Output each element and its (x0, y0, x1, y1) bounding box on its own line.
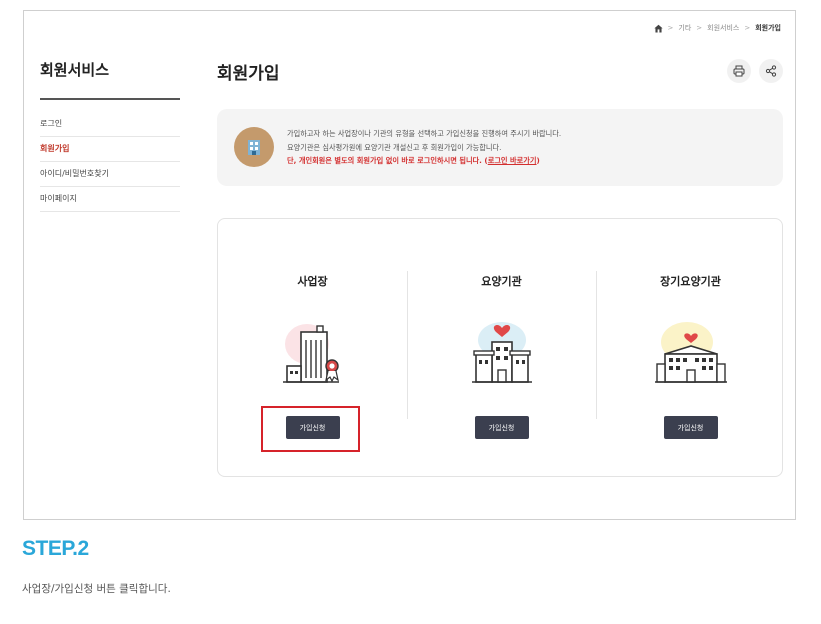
breadcrumb-current: 회원가입 (755, 24, 781, 32)
card-title: 장기요양기관 (660, 275, 721, 288)
sidebar-item-login[interactable]: 로그인 (40, 112, 180, 137)
sidebar-item-signup[interactable]: 회원가입 (40, 137, 180, 162)
card-care-institution: 요양기관 가입신청 (407, 219, 596, 476)
notice-line: 가입하고자 하는 사업장이나 기관의 유형을 선택하고 가입신청을 진행하여 주… (287, 129, 562, 138)
sidebar-title: 회원서비스 (40, 59, 180, 100)
long-term-care-signup-button[interactable]: 가입신청 (663, 416, 718, 439)
sidebar-menu: 로그인 회원가입 아이디/비밀번호찾기 마이페이지 (40, 112, 180, 212)
breadcrumb: > 기타 > 회원서비스 > 회원가입 (653, 23, 781, 33)
building-info-icon (234, 127, 274, 167)
breadcrumb-item[interactable]: 기타 (678, 23, 691, 33)
notice-line: 요양기관은 심사평가원에 요양기관 개설신고 후 회원가입이 가능합니다. (287, 142, 502, 152)
breadcrumb-separator: > (667, 24, 674, 32)
breadcrumb-separator: > (744, 24, 751, 32)
sidebar-item-find-account[interactable]: 아이디/비밀번호찾기 (40, 162, 180, 187)
card-long-term-care: 장기요양기관 가입신청 (596, 219, 785, 476)
sidebar-item-mypage[interactable]: 마이페이지 (40, 187, 180, 212)
card-title: 요양기관 (481, 275, 522, 288)
screenshot-frame: > 기타 > 회원서비스 > 회원가입 회원서비스 로그인 회원가입 아이디/비… (23, 10, 796, 520)
care-institution-signup-button[interactable]: 가입신청 (474, 416, 529, 439)
hospital-building-icon (471, 322, 532, 383)
notice-box: 가입하고자 하는 사업장이나 기관의 유형을 선택하고 가입신청을 진행하여 주… (217, 109, 783, 186)
step-description: 사업장/가입신청 버튼 클릭합니다. (22, 583, 171, 595)
print-icon (733, 65, 745, 77)
page-tools (727, 59, 783, 83)
print-button[interactable] (727, 59, 751, 83)
notice-warning-end: ) (536, 156, 540, 165)
home-icon[interactable] (653, 24, 663, 33)
login-shortcut-link[interactable]: 로그인 바로가기 (488, 156, 537, 165)
care-facility-icon (654, 322, 727, 383)
breadcrumb-separator: > (696, 24, 703, 32)
click-highlight-box (261, 406, 360, 452)
sidebar: 회원서비스 로그인 회원가입 아이디/비밀번호찾기 마이페이지 (40, 59, 180, 212)
office-building-icon (282, 324, 339, 383)
notice-warning-text: 단, 개인회원은 별도의 회원가입 없이 바로 로그인하시면 됩니다. ( (287, 156, 488, 165)
notice-warning: 단, 개인회원은 별도의 회원가입 없이 바로 로그인하시면 됩니다. (로그인… (287, 154, 561, 168)
breadcrumb-item[interactable]: 회원서비스 (707, 23, 739, 33)
share-icon (765, 65, 777, 77)
page-title: 회원가입 (217, 64, 280, 84)
notice-text: 가입하고자 하는 사업장이나 기관의 유형을 선택하고 가입신청을 진행하여 주… (287, 127, 561, 168)
card-title: 사업장 (297, 275, 328, 288)
step-label: STEP.2 (22, 537, 89, 560)
share-button[interactable] (759, 59, 783, 83)
